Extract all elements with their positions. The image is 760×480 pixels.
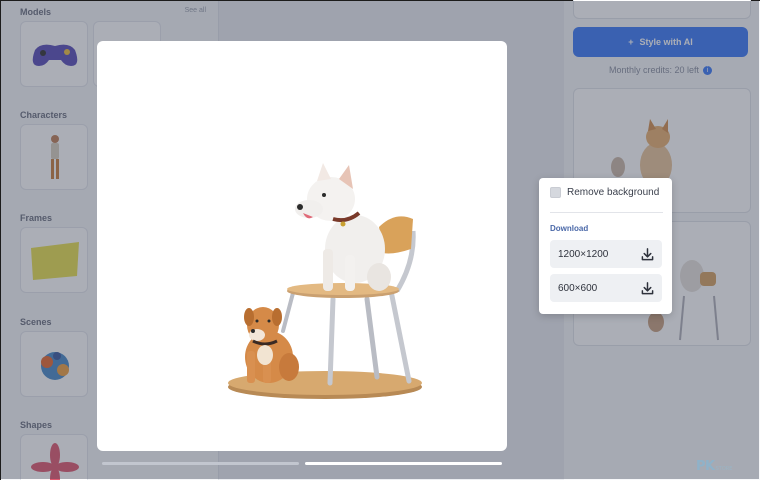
download-1200-button[interactable]: 1200×1200 bbox=[550, 240, 662, 268]
dogs-on-chair-image bbox=[228, 163, 422, 399]
watermark-sub: STORE bbox=[715, 466, 733, 472]
download-600-button[interactable]: 600×600 bbox=[550, 274, 662, 302]
download-icon bbox=[641, 247, 654, 260]
remove-background-toggle[interactable]: Remove background bbox=[550, 187, 659, 198]
download-popover: Remove background Download 1200×1200 600… bbox=[539, 178, 672, 314]
download-size-label: 1200×1200 bbox=[558, 248, 609, 260]
remove-background-checkbox[interactable] bbox=[550, 187, 561, 198]
carousel-indicator-2-active[interactable] bbox=[305, 462, 502, 465]
carousel-indicator-1[interactable] bbox=[102, 462, 299, 465]
watermark-logo: PKSTORE bbox=[696, 459, 732, 474]
download-size-label: 600×600 bbox=[558, 282, 598, 294]
download-heading: Download bbox=[550, 224, 589, 233]
popover-divider bbox=[550, 212, 663, 213]
remove-background-label: Remove background bbox=[567, 187, 660, 198]
image-preview-modal bbox=[97, 41, 507, 451]
download-icon bbox=[641, 281, 654, 294]
watermark-main: PK bbox=[696, 459, 715, 474]
